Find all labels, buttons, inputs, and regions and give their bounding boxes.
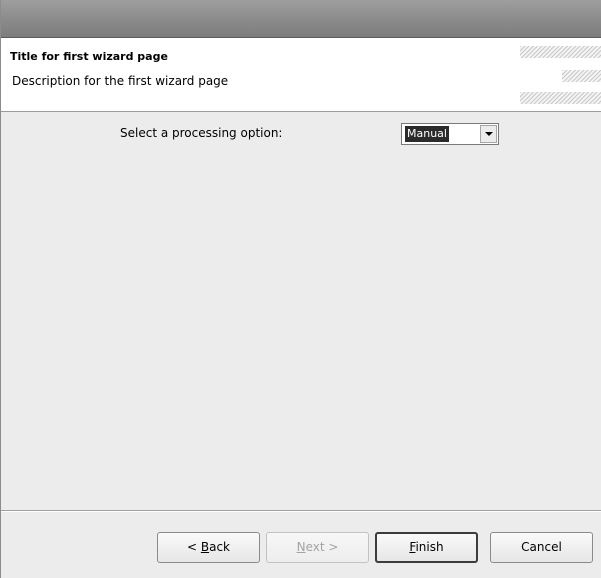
next-button[interactable]: Next > xyxy=(266,532,369,563)
back-button-mnemonic: B xyxy=(200,540,210,554)
processing-option-label: Select a processing option: xyxy=(120,126,283,140)
back-button-label: ack xyxy=(209,540,230,554)
back-button[interactable]: < Back xyxy=(157,532,260,563)
next-button-label: ext > xyxy=(305,540,339,554)
finish-button[interactable]: Finish xyxy=(375,532,478,563)
page-description: Description for the first wizard page xyxy=(12,74,229,88)
processing-option-select[interactable]: Manual xyxy=(401,123,499,145)
wizard-banner-icon xyxy=(520,46,601,106)
wizard-footer: < Back Next > Finish Cancel xyxy=(1,512,601,578)
banner-stripe xyxy=(520,46,601,58)
wizard-dialog: Title for first wizard page Description … xyxy=(0,0,601,578)
window-titlebar[interactable] xyxy=(1,0,601,38)
page-title: Title for first wizard page xyxy=(10,50,168,63)
next-button-mnemonic: N xyxy=(296,540,306,554)
banner-stripe xyxy=(562,70,601,82)
finish-button-label: inish xyxy=(415,540,444,554)
wizard-header: Title for first wizard page Description … xyxy=(1,38,601,112)
wizard-content: Select a processing option: Manual xyxy=(1,112,601,510)
chevron-down-icon[interactable] xyxy=(480,125,497,143)
cancel-button[interactable]: Cancel xyxy=(490,532,593,563)
banner-stripe xyxy=(520,92,601,104)
processing-option-value: Manual xyxy=(405,126,449,142)
back-button-prefix: < xyxy=(186,540,201,554)
